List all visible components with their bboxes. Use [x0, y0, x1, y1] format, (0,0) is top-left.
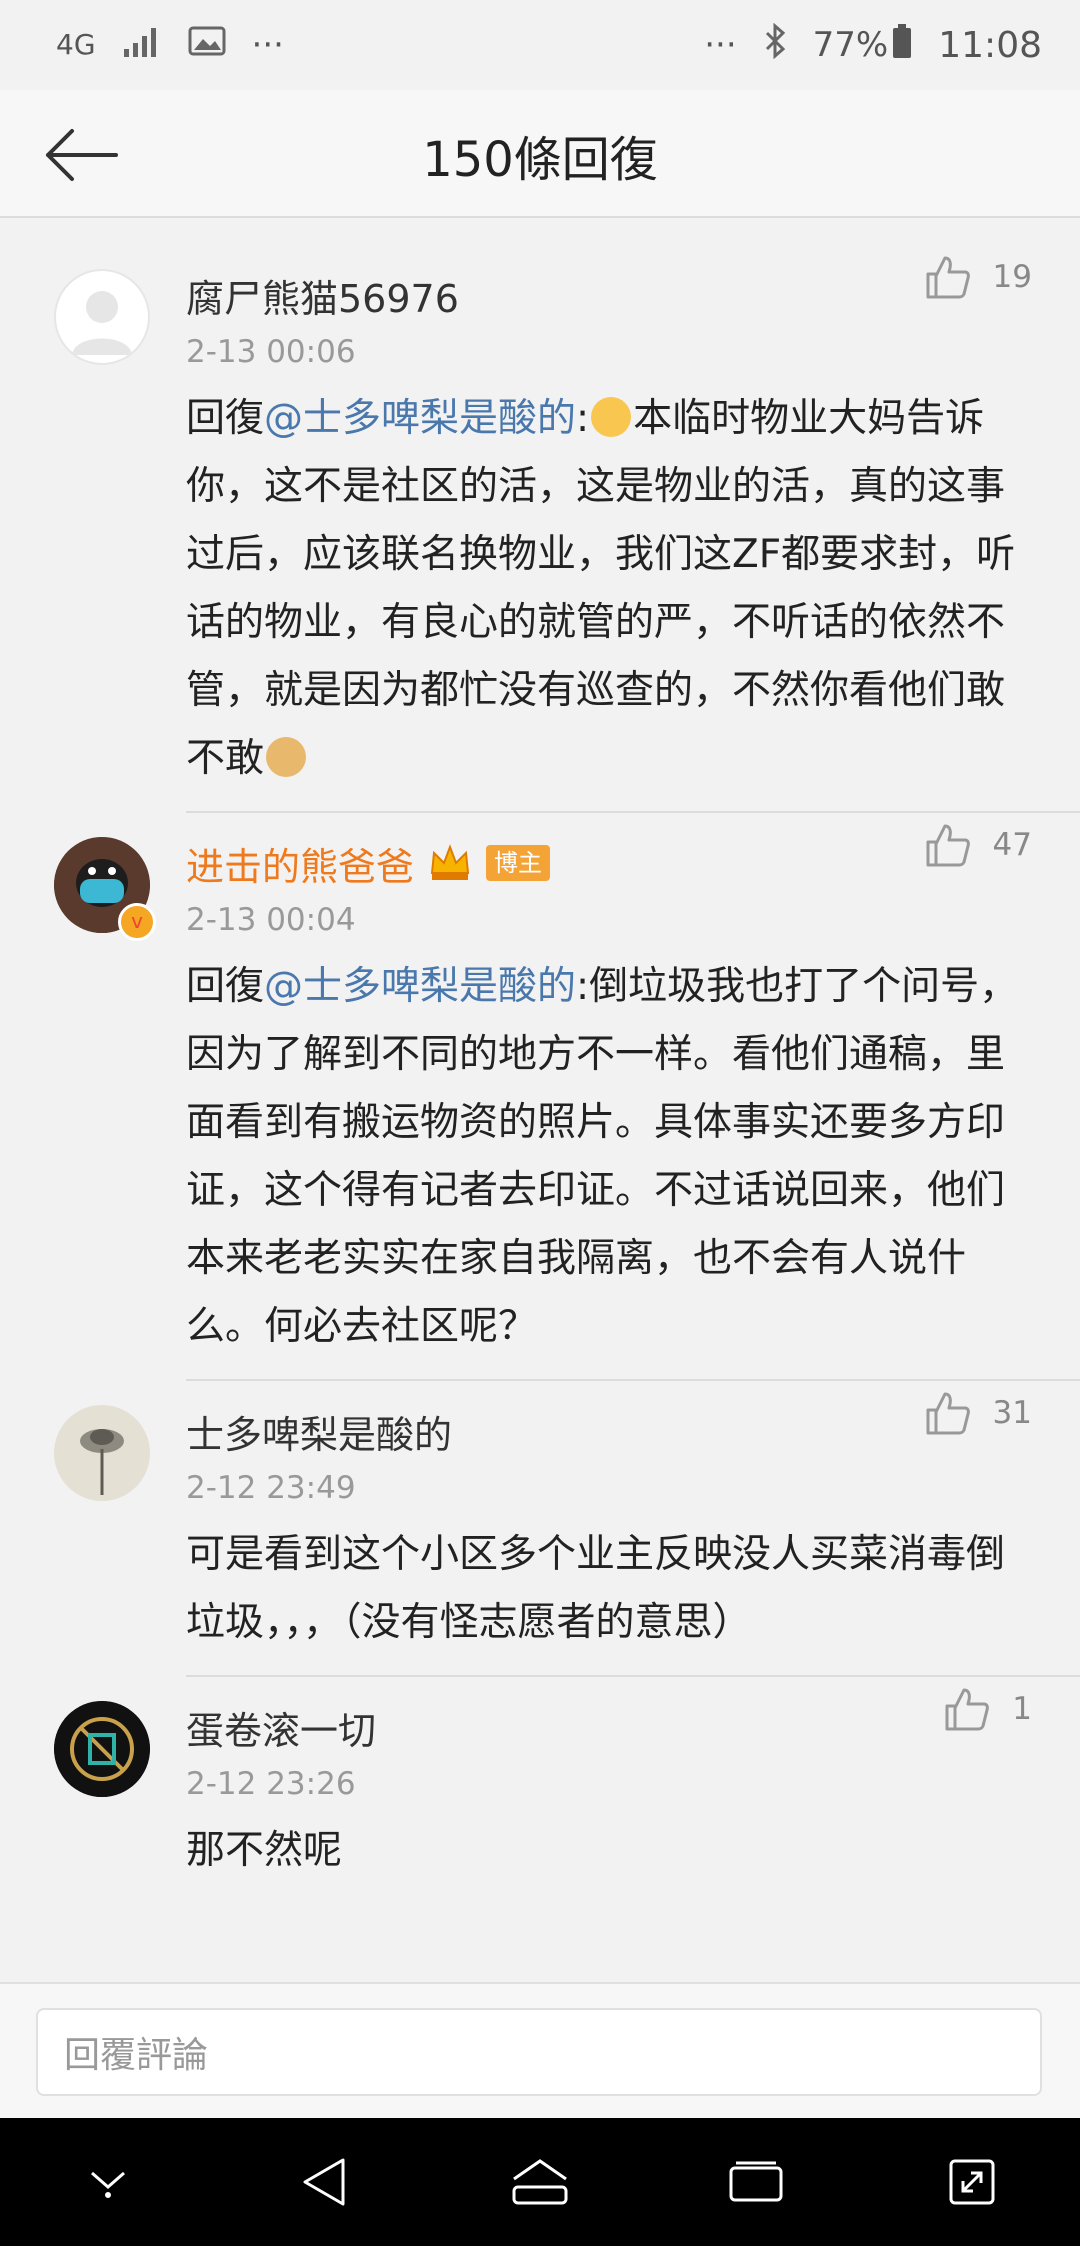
like-count: 1 — [1012, 1691, 1032, 1727]
chevron-down-icon — [91, 2171, 125, 2198]
battery-percent: 77% — [812, 25, 889, 65]
mention-link[interactable]: @士多啤梨是酸的 — [264, 964, 576, 1009]
status-bar: 4G ··· ··· 77% 11:08 — [0, 0, 1080, 90]
comment-text: 回復@士多啤梨是酸的:倒垃圾我也打了个问号，因为了解到不同的地方不一样。看他们通… — [186, 964, 1019, 1349]
comment-time: 2-12 23:49 — [186, 1470, 356, 1506]
more-icon: ··· — [704, 25, 737, 65]
thumbs-up-icon — [926, 1392, 970, 1435]
comment-author[interactable]: 士多啤梨是酸的 — [186, 1403, 1040, 1459]
clock: 11:08 — [938, 24, 1042, 66]
back-triangle-icon — [303, 2158, 345, 2206]
logo-avatar-image — [54, 1701, 150, 1797]
gallery-icon — [188, 25, 226, 65]
crown-icon — [430, 844, 470, 880]
more-notifications-icon: ··· — [251, 25, 284, 65]
comment-text: 那不然呢 — [186, 1828, 343, 1873]
signal-icon — [122, 25, 162, 66]
default-user-icon — [72, 291, 132, 355]
comment-text: 可是看到这个小区多个业主反映没人买菜消毒倒垃圾，，，（没有怪志愿者的意思） — [186, 1532, 1006, 1645]
comment-item: 士多啤梨是酸的 31 2-12 23:49 可是看到这个小区多个业主反映没人买菜… — [0, 1381, 1080, 1675]
bluetooth-icon — [763, 22, 787, 68]
like-button[interactable]: 19 — [925, 255, 1032, 299]
like-count: 19 — [992, 259, 1032, 295]
thumbs-up-icon — [926, 824, 970, 867]
reply-prefix: 回復 — [186, 964, 265, 1009]
comment-time: 2-13 00:06 — [186, 334, 356, 370]
hide-nav-button[interactable] — [48, 2122, 168, 2242]
thumbs-up-icon — [945, 1688, 990, 1731]
comment-time: 2-12 23:26 — [186, 1766, 356, 1802]
doge-emoji-icon — [266, 737, 307, 777]
flower-avatar-image — [54, 1405, 150, 1501]
avatar[interactable] — [54, 1405, 150, 1501]
comment-author-line: 进击的熊爸爸 博主 — [186, 835, 1040, 891]
comment-author[interactable]: 腐尸熊猫56976 — [186, 267, 1040, 323]
like-button[interactable]: 1 — [944, 1687, 1032, 1731]
expand-icon — [949, 2159, 995, 2205]
reply-prefix: 回復 — [186, 396, 265, 441]
reply-bar: 回覆評論 — [0, 1982, 1080, 2118]
nav-expand-button[interactable] — [912, 2122, 1032, 2242]
battery-icon — [892, 23, 912, 68]
comment-item: 腐尸熊猫56976 19 2-13 00:06 回復@士多啤梨是酸的: 本临时物业… — [0, 245, 1080, 811]
comment-author[interactable]: 蛋卷滚一切 — [186, 1699, 1040, 1755]
home-icon — [512, 2159, 568, 2205]
comment-list: 腐尸熊猫56976 19 2-13 00:06 回復@士多啤梨是酸的: 本临时物业… — [0, 245, 1080, 1903]
nav-home-button[interactable] — [480, 2122, 600, 2242]
reply-input[interactable]: 回覆評論 — [36, 2008, 1042, 2096]
like-count: 31 — [992, 1395, 1032, 1431]
like-button[interactable]: 47 — [925, 823, 1032, 867]
nav-back-button[interactable] — [264, 2122, 384, 2242]
nav-recents-button[interactable] — [696, 2122, 816, 2242]
author-badge: 博主 — [486, 845, 551, 881]
crying-laughing-emoji-icon — [591, 397, 632, 437]
navigation-bar — [0, 2118, 1080, 2246]
comment-text: 回復@士多啤梨是酸的: 本临时物业大妈告诉你，这不是社区的活，这是物业的活，真的这… — [186, 396, 1016, 781]
avatar[interactable] — [54, 1701, 150, 1797]
comment-item: 蛋卷滚一切 1 2-12 23:26 那不然呢 — [0, 1677, 1080, 1903]
verified-badge-icon: v — [118, 903, 156, 941]
comment-item: v 进击的熊爸爸 博主 47 2-13 00:04 回復@士多啤梨是酸的:倒垃圾… — [0, 813, 1080, 1379]
page-title: 150條回復 — [422, 132, 658, 188]
like-count: 47 — [992, 827, 1032, 863]
recents-icon — [729, 2161, 783, 2202]
avatar[interactable] — [54, 269, 150, 365]
network-type: 4G — [56, 28, 96, 61]
mention-link[interactable]: @士多啤梨是酸的 — [264, 396, 576, 441]
comment-time: 2-13 00:04 — [186, 902, 356, 938]
header: 150條回復 — [0, 90, 1080, 218]
thumbs-up-icon — [926, 256, 970, 299]
comment-author[interactable]: 进击的熊爸爸 — [186, 836, 414, 891]
like-button[interactable]: 31 — [925, 1391, 1032, 1435]
